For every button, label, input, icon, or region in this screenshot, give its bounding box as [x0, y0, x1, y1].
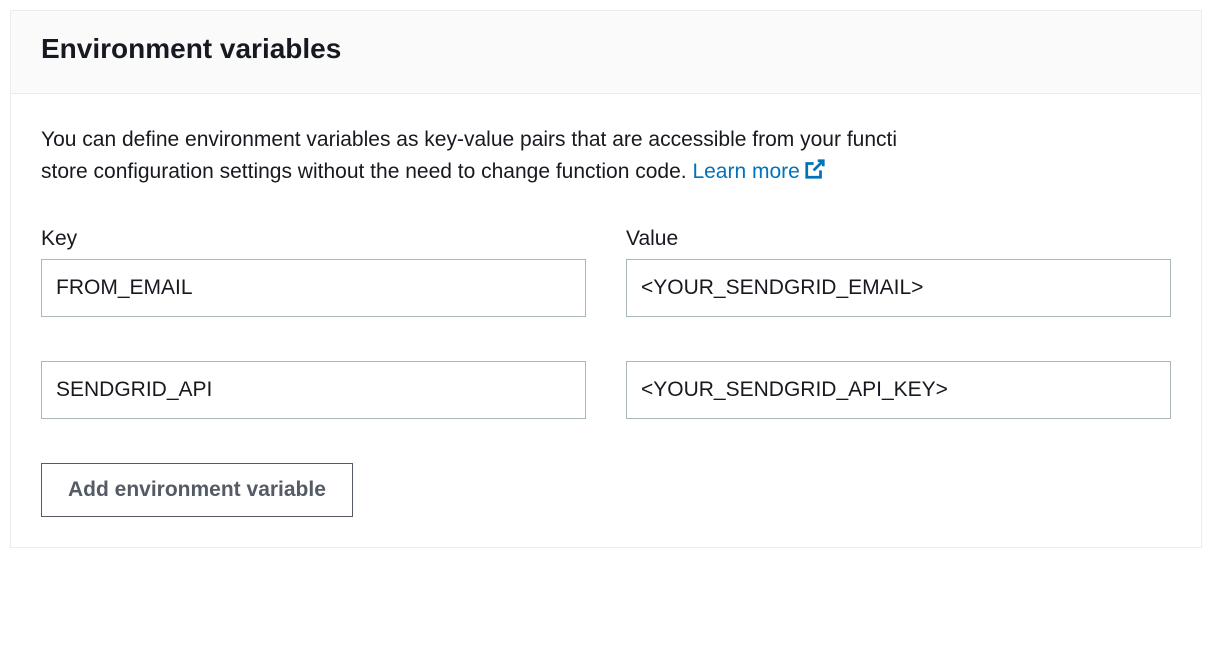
env-value-input-0[interactable]	[626, 259, 1171, 317]
env-value-input-1[interactable]	[626, 361, 1171, 419]
value-column: Value	[626, 227, 1171, 463]
panel-title: Environment variables	[41, 33, 1171, 65]
env-var-columns: Key Value	[41, 227, 1171, 463]
add-environment-variable-button[interactable]: Add environment variable	[41, 463, 353, 517]
external-link-icon	[804, 158, 826, 190]
key-column: Key	[41, 227, 586, 463]
learn-more-link[interactable]: Learn more	[692, 160, 825, 183]
key-column-label: Key	[41, 227, 586, 251]
description-text-2: store configuration settings without the…	[41, 160, 692, 183]
environment-variables-panel: Environment variables You can define env…	[10, 10, 1202, 548]
panel-description: You can define environment variables as …	[41, 124, 1171, 189]
description-text-1: You can define environment variables as …	[41, 128, 897, 151]
panel-body: You can define environment variables as …	[11, 94, 1201, 547]
env-key-input-0[interactable]	[41, 259, 586, 317]
learn-more-label: Learn more	[692, 160, 799, 183]
value-column-label: Value	[626, 227, 1171, 251]
panel-header: Environment variables	[11, 11, 1201, 94]
env-key-input-1[interactable]	[41, 361, 586, 419]
